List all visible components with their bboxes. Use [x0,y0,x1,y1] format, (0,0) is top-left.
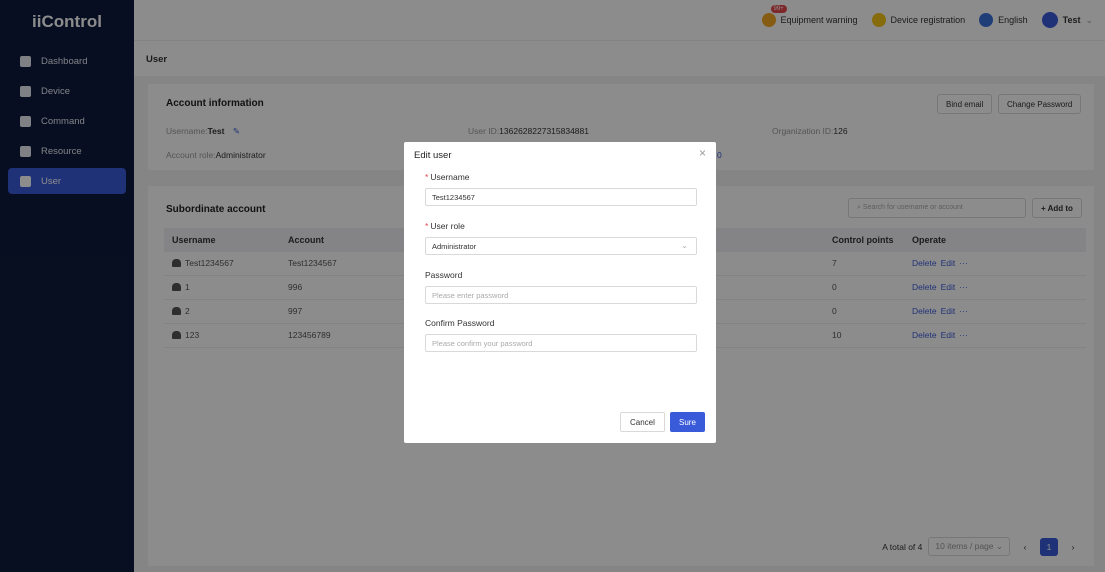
sure-button[interactable]: Sure [670,412,705,432]
role-select-value: Administrator [432,242,477,251]
close-icon[interactable]: × [699,146,706,160]
username-label: * Username [425,172,470,182]
role-label: * User role [425,221,465,231]
confirm-password-field[interactable]: Please confirm your password [425,334,697,352]
cancel-button[interactable]: Cancel [620,412,665,432]
required-mark: * [425,172,429,182]
password-field[interactable]: Please enter password [425,286,697,304]
confirm-password-label: Confirm Password [425,318,495,328]
username-field[interactable]: Test1234567 [425,188,697,206]
dialog-title: Edit user [414,150,452,161]
role-label-text: User role [430,221,465,231]
chevron-down-icon: ⌄ [681,241,688,250]
edit-user-dialog: Edit user × * Username Test1234567 * User … [404,142,716,443]
username-label-text: Username [430,172,470,182]
required-mark: * [425,221,429,231]
password-label: Password [425,270,463,280]
user-role-select[interactable]: Administrator ⌄ [425,237,697,255]
